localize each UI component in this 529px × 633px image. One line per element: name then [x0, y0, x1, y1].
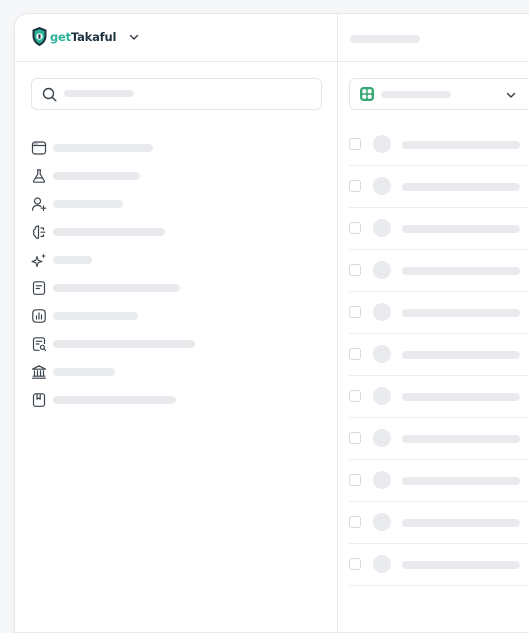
avatar — [373, 261, 391, 279]
sidebar-item-label — [53, 228, 165, 236]
avatar — [373, 345, 391, 363]
list-item-label — [402, 141, 520, 149]
row-checkbox[interactable] — [349, 138, 361, 150]
avatar — [373, 177, 391, 195]
avatar — [373, 471, 391, 489]
bar-chart-icon — [32, 309, 46, 323]
sidebar-item-7[interactable] — [31, 302, 138, 330]
avatar — [373, 303, 391, 321]
brand-name-prefix: get — [50, 29, 71, 44]
list-item[interactable] — [349, 460, 529, 502]
item-list — [349, 124, 529, 586]
avatar — [373, 387, 391, 405]
sidebar-item-1[interactable] — [31, 134, 153, 162]
avatar — [373, 135, 391, 153]
flask-icon — [32, 169, 46, 183]
document-search-icon — [32, 337, 47, 352]
row-checkbox[interactable] — [349, 180, 361, 192]
list-item-label — [402, 519, 520, 527]
sidebar-item-5[interactable] — [31, 246, 92, 274]
list-item[interactable] — [349, 544, 529, 586]
sidebar-item-label — [53, 396, 176, 404]
chevron-down-icon — [506, 92, 516, 98]
sidebar-item-label — [53, 200, 123, 208]
left-pane: getTakaful — [15, 14, 338, 632]
sidebar-menu — [31, 134, 195, 414]
shield-logo-icon — [32, 27, 47, 46]
list-item-label — [402, 183, 520, 191]
sidebar-item-label — [53, 368, 115, 376]
list-item-label — [402, 393, 520, 401]
book-icon — [32, 393, 46, 407]
sidebar-item-3[interactable] — [31, 190, 123, 218]
row-checkbox[interactable] — [349, 516, 361, 528]
list-item[interactable] — [349, 208, 529, 250]
list-item[interactable] — [349, 166, 529, 208]
brand-switcher[interactable]: getTakaful — [31, 26, 140, 47]
sidebar-item-label — [53, 256, 92, 264]
sidebar-item-10[interactable] — [31, 386, 176, 414]
list-item-label — [402, 561, 520, 569]
user-add-icon — [31, 197, 47, 212]
avatar — [373, 555, 391, 573]
view-selector-label — [381, 91, 451, 98]
panel-title — [350, 35, 420, 43]
grid-icon — [360, 87, 374, 101]
list-item-label — [402, 225, 520, 233]
avatar — [373, 429, 391, 447]
document-icon — [32, 281, 46, 295]
search-box[interactable] — [31, 78, 322, 110]
right-topbar — [338, 14, 529, 62]
row-checkbox[interactable] — [349, 264, 361, 276]
list-item-label — [402, 309, 520, 317]
left-topbar: getTakaful — [15, 14, 337, 62]
row-checkbox[interactable] — [349, 390, 361, 402]
list-item-label — [402, 267, 520, 275]
list-item[interactable] — [349, 376, 529, 418]
brain-icon — [33, 225, 46, 239]
list-item[interactable] — [349, 418, 529, 460]
search-icon — [42, 87, 57, 102]
list-item[interactable] — [349, 124, 529, 166]
bank-icon — [31, 365, 47, 379]
row-checkbox[interactable] — [349, 474, 361, 486]
brand-name-main: Takaful — [70, 29, 117, 44]
right-pane — [338, 14, 529, 632]
brand-name: getTakaful — [50, 30, 116, 44]
list-item-label — [402, 435, 520, 443]
avatar — [373, 513, 391, 531]
list-item-label — [402, 351, 520, 359]
sidebar-item-label — [53, 144, 153, 152]
row-checkbox[interactable] — [349, 432, 361, 444]
view-selector-dropdown[interactable] — [349, 78, 529, 110]
row-checkbox[interactable] — [349, 348, 361, 360]
list-item[interactable] — [349, 502, 529, 544]
app-window: getTakaful — [14, 13, 529, 633]
chevron-down-icon — [130, 34, 139, 40]
row-checkbox[interactable] — [349, 306, 361, 318]
sidebar-item-9[interactable] — [31, 358, 115, 386]
sidebar-item-8[interactable] — [31, 330, 195, 358]
sidebar-item-4[interactable] — [31, 218, 165, 246]
list-item[interactable] — [349, 334, 529, 376]
sidebar-item-6[interactable] — [31, 274, 180, 302]
list-item-label — [402, 477, 520, 485]
search-input[interactable] — [64, 85, 314, 103]
sparkles-icon — [31, 253, 46, 268]
row-checkbox[interactable] — [349, 558, 361, 570]
sidebar-item-2[interactable] — [31, 162, 140, 190]
avatar — [373, 219, 391, 237]
list-item[interactable] — [349, 250, 529, 292]
sidebar-item-label — [53, 340, 195, 348]
list-item[interactable] — [349, 292, 529, 334]
row-checkbox[interactable] — [349, 222, 361, 234]
sidebar-item-label — [53, 172, 140, 180]
sidebar-item-label — [53, 284, 180, 292]
sidebar-item-label — [53, 312, 138, 320]
browser-window-icon — [31, 141, 47, 155]
